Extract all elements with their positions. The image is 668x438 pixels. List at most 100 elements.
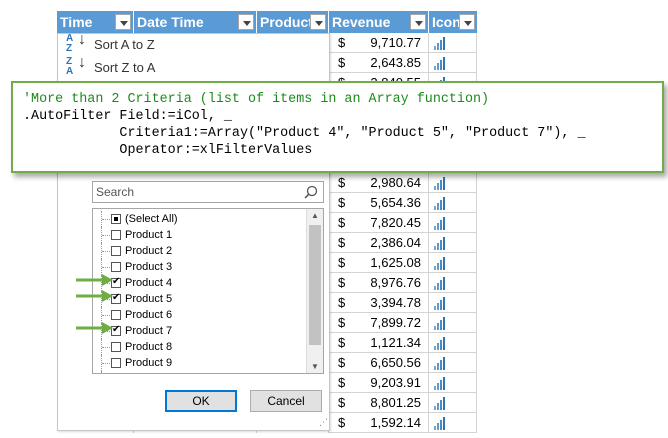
filter-item-label: Product 5 <box>125 293 173 305</box>
signal-bars-icon <box>434 56 448 70</box>
filter-list-item[interactable]: Product 8 <box>93 339 305 355</box>
vba-code-callout: 'More than 2 Criteria (list of items in … <box>11 81 664 173</box>
signal-bars-icon <box>434 256 448 270</box>
filter-checkbox[interactable] <box>111 214 121 224</box>
signal-bars-icon <box>434 396 448 410</box>
filter-list-item[interactable]: Product 5 <box>93 291 305 307</box>
tree-connector <box>101 371 111 373</box>
filter-checkbox[interactable] <box>111 358 121 368</box>
table-row[interactable]: $2,643.85 <box>329 53 477 73</box>
tree-connector <box>101 339 111 355</box>
filter-item-label: (Blanks) <box>125 371 165 373</box>
list-scrollbar[interactable]: ▲ ▼ <box>306 209 323 373</box>
revenue-value: 2,386.04 <box>370 235 421 250</box>
scroll-down-icon[interactable]: ▼ <box>311 362 319 371</box>
filter-list-item[interactable]: Product 4 <box>93 275 305 291</box>
header-date-time-label: Date Time <box>137 14 204 30</box>
currency-symbol: $ <box>338 195 346 210</box>
signal-bars-icon <box>434 196 448 210</box>
filter-list-item[interactable]: Product 2 <box>93 243 305 259</box>
filter-checkbox[interactable] <box>111 310 121 320</box>
filter-list-item[interactable]: (Select All) <box>93 211 305 227</box>
currency-symbol: $ <box>338 295 346 310</box>
resize-grip-icon[interactable]: ⋰ <box>319 417 328 428</box>
tree-connector <box>101 211 111 227</box>
header-date-time: Date Time <box>134 11 257 33</box>
filter-checkbox[interactable] <box>111 230 121 240</box>
currency-symbol: $ <box>338 235 346 250</box>
currency-symbol: $ <box>338 215 346 230</box>
table-row[interactable]: $8,801.25 <box>329 393 477 413</box>
ok-button[interactable]: OK <box>165 390 237 412</box>
header-revenue-label: Revenue <box>332 14 391 30</box>
filter-list-item[interactable]: Product 7 <box>93 323 305 339</box>
table-row[interactable]: $9,710.77 <box>329 33 477 53</box>
table-row[interactable]: $9,203.91 <box>329 373 477 393</box>
signal-bars-icon <box>434 336 448 350</box>
currency-symbol: $ <box>338 175 346 190</box>
filter-list-item[interactable]: Product 1 <box>93 227 305 243</box>
time-filter-dropdown-button[interactable] <box>115 14 131 30</box>
filter-checkbox[interactable] <box>111 342 121 352</box>
currency-symbol: $ <box>338 375 346 390</box>
cancel-button[interactable]: Cancel <box>250 390 322 412</box>
filter-item-label: Product 9 <box>125 357 173 369</box>
currency-symbol: $ <box>338 415 346 430</box>
revenue-value: 8,976.76 <box>370 275 421 290</box>
currency-symbol: $ <box>338 255 346 270</box>
signal-bars-icon <box>434 316 448 330</box>
table-row[interactable]: $8,976.76 <box>329 273 477 293</box>
header-time-label: Time <box>60 14 93 30</box>
currency-symbol: $ <box>338 55 346 70</box>
filter-checkbox[interactable] <box>111 262 121 272</box>
revenue-value: 7,899.72 <box>370 315 421 330</box>
filter-checkbox[interactable] <box>111 246 121 256</box>
table-row[interactable]: $1,625.08 <box>329 253 477 273</box>
filter-item-label: Product 8 <box>125 341 173 353</box>
currency-symbol: $ <box>338 335 346 350</box>
green-arrow-icon <box>76 290 113 302</box>
code-line-operator: Operator:=xlFilterValues <box>23 143 313 158</box>
filter-list-item[interactable]: Product 9 <box>93 355 305 371</box>
header-time: Time <box>57 11 134 33</box>
revenue-value: 9,710.77 <box>370 35 421 50</box>
table-row[interactable]: $1,121.34 <box>329 333 477 353</box>
filter-list-item[interactable]: Product 6 <box>93 307 305 323</box>
revenue-value: 6,650.56 <box>370 355 421 370</box>
header-icon: Icon <box>429 11 477 33</box>
tree-connector <box>101 227 111 243</box>
filter-item-label: (Select All) <box>125 213 178 225</box>
currency-symbol: $ <box>338 395 346 410</box>
table-row[interactable]: $6,650.56 <box>329 353 477 373</box>
signal-bars-icon <box>434 236 448 250</box>
header-revenue: Revenue <box>329 11 429 33</box>
signal-bars-icon <box>434 276 448 290</box>
filter-list-item[interactable]: (Blanks) <box>93 371 305 373</box>
table-row[interactable]: $5,654.36 <box>329 193 477 213</box>
sort-a-to-z-item[interactable]: A Z ↓ Sort A to Z <box>58 32 328 56</box>
filter-search-field[interactable]: Search <box>92 181 324 203</box>
header-icon-label: Icon <box>432 14 461 30</box>
scroll-up-icon[interactable]: ▲ <box>311 211 319 220</box>
signal-bars-icon <box>434 376 448 390</box>
table-row[interactable]: $2,386.04 <box>329 233 477 253</box>
table-row[interactable]: $3,394.78 <box>329 293 477 313</box>
scroll-thumb[interactable] <box>309 225 321 345</box>
search-icon <box>304 185 318 199</box>
table-row[interactable]: $7,899.72 <box>329 313 477 333</box>
table-row[interactable]: $7,820.45 <box>329 213 477 233</box>
table-row[interactable]: $1,592.14 <box>329 413 477 433</box>
icon-filter-dropdown-button[interactable] <box>459 14 475 30</box>
revenue-filter-dropdown-button[interactable] <box>410 14 426 30</box>
filter-list-item[interactable]: Product 3 <box>93 259 305 275</box>
revenue-value: 9,203.91 <box>370 375 421 390</box>
product-filter-dropdown-button[interactable] <box>310 14 326 30</box>
signal-bars-icon <box>434 176 448 190</box>
filter-item-label: Product 1 <box>125 229 173 241</box>
date-time-filter-dropdown-button[interactable] <box>238 14 254 30</box>
table-row[interactable]: $2,980.64 <box>329 173 477 193</box>
sort-z-to-a-item[interactable]: Z A ↓ Sort Z to A <box>58 54 328 79</box>
sort-descending-icon: Z A ↓ <box>66 54 86 77</box>
sort-z-to-a-label: Sort Z to A <box>94 60 156 75</box>
signal-bars-icon <box>434 416 448 430</box>
